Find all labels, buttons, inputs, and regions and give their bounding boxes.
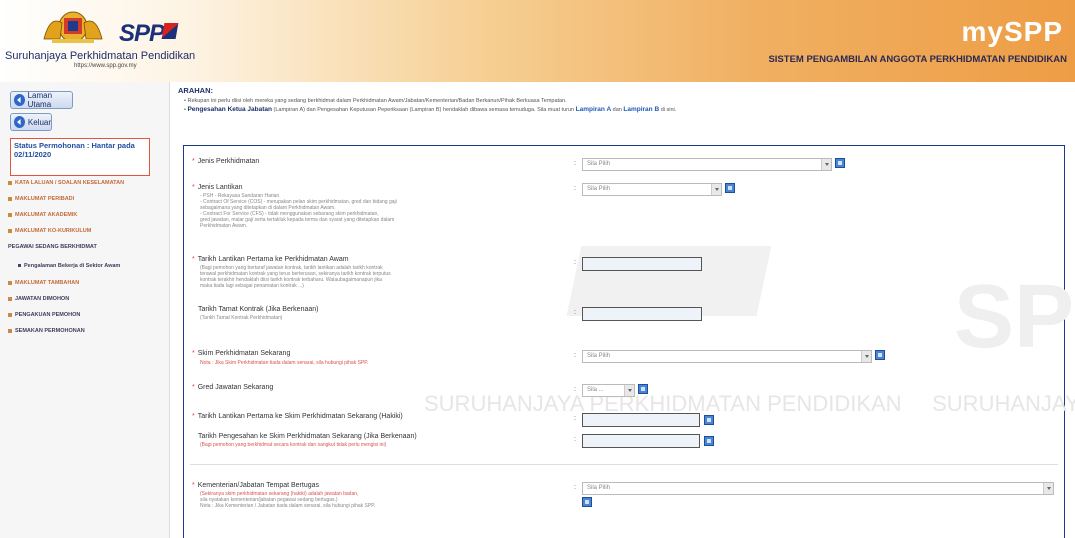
chevron-down-icon xyxy=(711,184,721,195)
sidebar-item-maklumat-akademik[interactable]: MAKLUMAT AKADEMIK xyxy=(8,212,163,219)
tarikh-lantikan-input[interactable] xyxy=(582,257,702,271)
skim-label: * Skim Perkhidmatan Sekarang xyxy=(192,350,291,357)
gred-label: * Gred Jawatan Sekarang xyxy=(192,384,274,391)
kementerian-select[interactable]: Sila Pilih xyxy=(582,482,1054,495)
bullet-icon xyxy=(18,264,21,268)
calendar-icon[interactable] xyxy=(704,415,714,425)
arahan-line-1: • Rekupan ini perlu diisi oleh mereka ya… xyxy=(184,98,567,104)
colon: : xyxy=(574,160,576,167)
jenis-perkhidmatan-label: * Jenis Perkhidmatan xyxy=(192,158,260,165)
sidebar: Laman Utama Keluar Status Permohonan : H… xyxy=(0,82,170,538)
malaysia-crest-logo xyxy=(43,11,103,43)
tarikh-sah-label: Tarikh Pengesahan ke Skim Perkhidmatan S… xyxy=(198,433,417,440)
bullet-icon xyxy=(8,296,12,301)
logout-button[interactable]: Keluar xyxy=(10,113,52,131)
app-fullname: SISTEM PENGAMBILAN ANGGOTA PERKHIDMATAN … xyxy=(768,54,1067,65)
bullet-icon xyxy=(8,196,12,201)
chevron-down-icon xyxy=(821,159,831,170)
jenis-lantikan-note-6: Perkhidmatan Awam. xyxy=(200,223,248,229)
main-content: ARAHAN: • Rekupan ini perlu diisi oleh m… xyxy=(178,86,1075,538)
tarikh-lantikan-label: * Tarikh Lantikan Pertama ke Perkhidmatan… xyxy=(192,256,349,263)
colon: : xyxy=(574,484,576,491)
lampiran-b-link[interactable]: Lampiran B xyxy=(623,106,659,113)
sidebar-item-pengakuan[interactable]: PENGAKUAN PEMOHON xyxy=(8,312,163,319)
home-button[interactable]: Laman Utama xyxy=(10,91,73,109)
bullet-icon xyxy=(8,228,12,233)
watermark: SURUHANJAYA PERKHIDMATAN PENDIDIKAN SURU… xyxy=(424,391,1075,416)
skim-note: Nota : Jika Skim Perkhidmatan tiada dala… xyxy=(200,360,369,366)
tarikh-lantikan-note-4: maka tiada lagi sebagai penamatan kontra… xyxy=(200,283,304,289)
divider xyxy=(190,464,1058,465)
sidebar-item-semakan[interactable]: SEMAKAN PERMOHONAN xyxy=(8,328,163,335)
tarikh-sah-input[interactable] xyxy=(582,434,700,448)
home-arrow-icon xyxy=(14,94,25,106)
tarikh-tamat-note: (Tarikh Tamat Kontrak Perkhidmatan) xyxy=(200,315,283,321)
colon: : xyxy=(574,185,576,192)
colon: : xyxy=(574,259,576,266)
lampiran-a-link[interactable]: Lampiran A xyxy=(576,106,612,113)
tarikh-tamat-label: Tarikh Tamat Kontrak (Jika Berkenaan) xyxy=(198,306,319,313)
colon: : xyxy=(574,309,576,316)
colon: : xyxy=(574,352,576,359)
sidebar-item-pegawai-berkhidmat[interactable]: PEGAWAI SEDANG BERKHIDMAT xyxy=(8,244,123,251)
tarikh-skim-label: * Tarikh Lantikan Pertama ke Skim Perkhid… xyxy=(192,413,403,420)
help-icon[interactable] xyxy=(638,384,648,394)
chevron-down-icon xyxy=(624,385,634,396)
colon: : xyxy=(574,386,576,393)
help-icon[interactable] xyxy=(582,497,592,507)
arahan-line-2: • Pengesahan Ketua Jabatan (Lampiran A) … xyxy=(184,106,677,113)
spp-logo: SPP xyxy=(119,20,165,47)
org-url: https://www.spp.gov.my xyxy=(74,63,137,69)
skim-select[interactable]: Sila Pilih xyxy=(582,350,872,363)
tarikh-sah-note: (Bagi pemohon yang berkhidmat secara kon… xyxy=(200,442,387,448)
bullet-icon xyxy=(8,312,12,317)
colon: : xyxy=(574,415,576,422)
app-name: mySPP xyxy=(961,16,1063,47)
tarikh-skim-input[interactable] xyxy=(582,413,700,427)
jenis-lantikan-label: * Jenis Lantikan xyxy=(192,184,243,191)
spp-logo-flag-icon xyxy=(161,23,179,39)
home-button-label: Laman Utama xyxy=(27,91,53,109)
jenis-perkhidmatan-select[interactable]: Sila Pilih xyxy=(582,158,832,171)
chevron-down-icon xyxy=(1043,483,1053,494)
chevron-down-icon xyxy=(861,351,871,362)
sidebar-item-jawatan-dimohon[interactable]: JAWATAN DIMOHON xyxy=(8,296,163,303)
sidebar-item-ko-kurikulum[interactable]: MAKLUMAT KO-KURIKULUM xyxy=(8,228,163,235)
bullet-icon xyxy=(8,280,12,285)
bullet-icon xyxy=(8,328,12,333)
page-header: SPP Suruhanjaya Perkhidmatan Pendidikan … xyxy=(0,0,1075,82)
kementerian-note-3: Nota : Jika Kementerian / Jabatan tiada … xyxy=(200,503,376,509)
sidebar-item-maklumat-peribadi[interactable]: MAKLUMAT PERIBADI xyxy=(8,196,163,203)
logout-button-label: Keluar xyxy=(27,117,51,127)
bullet-icon xyxy=(8,180,12,185)
help-icon[interactable] xyxy=(725,183,735,193)
form-panel: SP SURUHANJAYA PERKHIDMATAN PENDIDIKAN S… xyxy=(183,145,1075,538)
kementerian-label: * Kementerian/Jabatan Tempat Bertugas xyxy=(192,482,320,489)
help-icon[interactable] xyxy=(835,158,845,168)
calendar-icon[interactable] xyxy=(704,436,714,446)
tarikh-tamat-input[interactable] xyxy=(582,307,702,321)
logout-arrow-icon xyxy=(14,116,25,128)
sidebar-item-kata-laluan[interactable]: KATA LALUAN / SOALAN KESELAMATAN xyxy=(8,180,163,187)
jenis-lantikan-select[interactable]: Sila Pilih xyxy=(582,183,722,196)
gred-select[interactable]: Sila ... xyxy=(582,384,635,397)
sidebar-item-maklumat-tambahan[interactable]: MAKLUMAT TAMBAHAN xyxy=(8,280,163,287)
colon: : xyxy=(574,436,576,443)
spp-watermark-text: SP xyxy=(954,267,1075,367)
arahan-title: ARAHAN: xyxy=(178,86,213,95)
org-name: Suruhanjaya Perkhidmatan Pendidikan xyxy=(5,50,196,62)
bullet-icon xyxy=(8,212,12,217)
help-icon[interactable] xyxy=(875,350,885,360)
status-badge: Status Permohonan : Hantar pada 02/11/20… xyxy=(10,138,150,176)
sidebar-subitem-pengalaman[interactable]: Pengalaman Bekerja di Sektor Awam xyxy=(18,263,133,270)
